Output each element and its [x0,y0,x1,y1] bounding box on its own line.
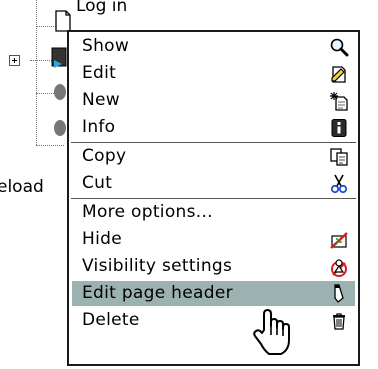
edit-icon [331,66,346,83]
menu-separator [71,142,356,143]
context-menu: Show Edit New Info Copy Cut More options… [67,30,360,366]
info-icon [331,119,347,137]
page-icon [51,47,67,68]
new-page-icon [330,92,348,111]
menu-item-hide[interactable]: Hide [72,227,355,252]
menu-item-info[interactable]: Info [72,115,355,140]
menu-item-label: Hide [82,229,122,249]
menu-item-label: Cut [82,173,113,193]
menu-item-visibility-settings[interactable]: Visibility settings [72,254,355,279]
menu-item-show[interactable]: Show [72,34,355,59]
menu-item-label: New [82,90,120,110]
menu-item-copy[interactable]: Copy [72,144,355,169]
menu-item-label: Show [82,36,130,56]
magnifier-icon [330,38,349,57]
copy-icon [330,148,348,166]
hidden-page-icon [54,84,66,100]
trash-icon [333,313,345,330]
pencil-icon [334,284,344,303]
menu-item-delete[interactable]: Delete [72,308,355,333]
tree-node-label[interactable]: Log in [76,0,127,16]
tree-expand-toggle[interactable] [9,55,20,66]
menu-item-new[interactable]: New [72,88,355,113]
menu-item-label: Copy [82,146,127,166]
menu-item-label: Edit [82,63,117,83]
hand-cursor-icon [253,309,290,355]
menu-item-label: More options... [82,202,213,222]
menu-item-label: Visibility settings [82,256,233,276]
tree-connector [36,145,64,146]
menu-item-label: Edit page header [82,283,233,303]
menu-item-label: Delete [82,310,140,330]
scissors-icon [330,174,348,194]
page-tree-view: Log in eload Show Edit New Info Copy Cut… [0,0,378,369]
menu-separator [71,198,356,199]
menu-item-label: Info [82,117,116,137]
tree-node-label[interactable]: eload [0,177,44,197]
tree-connector [36,0,37,145]
menu-item-more-options[interactable]: More options... [72,200,355,225]
menu-item-edit[interactable]: Edit [72,61,355,86]
hide-icon [330,232,348,249]
hidden-page-icon [54,120,66,136]
menu-item-cut[interactable]: Cut [72,171,355,196]
menu-item-edit-page-header[interactable]: Edit page header [72,281,355,306]
visibility-settings-icon [331,259,347,277]
page-icon [55,10,71,32]
